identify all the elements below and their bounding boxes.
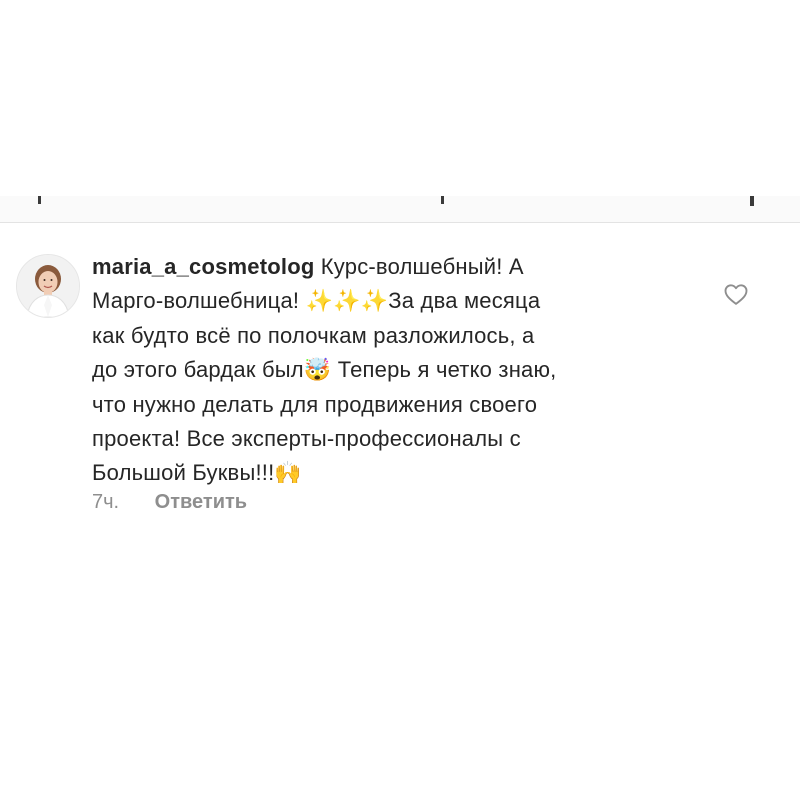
comment-line: проекта! Все эксперты-профессионалы с bbox=[92, 422, 692, 456]
comment-line: Марго-волшебница! ✨✨✨За два месяца bbox=[92, 284, 692, 319]
comment-line: что нужно делать для продвижения своего bbox=[92, 388, 692, 422]
comment-line-text: до этого бардак был bbox=[92, 357, 304, 382]
comment-line-text: как будто всё по полочкам разложилось, а bbox=[92, 323, 535, 348]
comment-line: Большой Буквы!!!🙌 bbox=[92, 456, 692, 491]
comment-line: как будто всё по полочкам разложилось, а bbox=[92, 319, 692, 353]
comment-line: до этого бардак был🤯 Теперь я четко знаю… bbox=[92, 353, 692, 388]
comment-text: maria_a_cosmetolog Курс-волшебный! А Мар… bbox=[92, 250, 692, 491]
heart-outline-icon bbox=[724, 284, 748, 305]
comment-meta: 7ч. Ответить bbox=[92, 490, 247, 514]
comment-line-text: что нужно делать для продвижения своего bbox=[92, 392, 538, 417]
raising-hands-emoji: 🙌 bbox=[274, 461, 302, 486]
avatar-image bbox=[17, 255, 79, 317]
toolbar-icon-left[interactable] bbox=[38, 196, 41, 204]
comment: maria_a_cosmetolog Курс-волшебный! А Мар… bbox=[0, 232, 800, 532]
comment-line-text: Курс-волшебный! А bbox=[320, 254, 524, 279]
exploding-head-emoji: 🤯 bbox=[303, 358, 332, 383]
avatar[interactable] bbox=[16, 254, 80, 318]
comment-line: maria_a_cosmetolog Курс-волшебный! А bbox=[92, 250, 692, 284]
comment-line-text: проекта! Все эксперты-профессионалы с bbox=[92, 426, 521, 451]
like-button[interactable] bbox=[722, 280, 750, 308]
username-link[interactable]: maria_a_cosmetolog bbox=[92, 254, 314, 279]
comment-line-text: За два месяца bbox=[388, 288, 541, 313]
sparkles-emoji: ✨✨✨ bbox=[305, 289, 389, 314]
reply-button[interactable]: Ответить bbox=[155, 491, 247, 513]
comment-line-text: Теперь я четко знаю, bbox=[331, 357, 557, 382]
top-blank-area bbox=[0, 0, 800, 222]
comment-timestamp: 7ч. bbox=[92, 491, 120, 513]
comment-line-text: Большой Буквы!!! bbox=[92, 460, 275, 485]
toolbar-icon-right[interactable] bbox=[750, 196, 754, 206]
toolbar-icon-center[interactable] bbox=[441, 196, 444, 204]
comment-line-text: Марго-волшебница! bbox=[92, 288, 306, 313]
toolbar-row bbox=[0, 196, 800, 223]
